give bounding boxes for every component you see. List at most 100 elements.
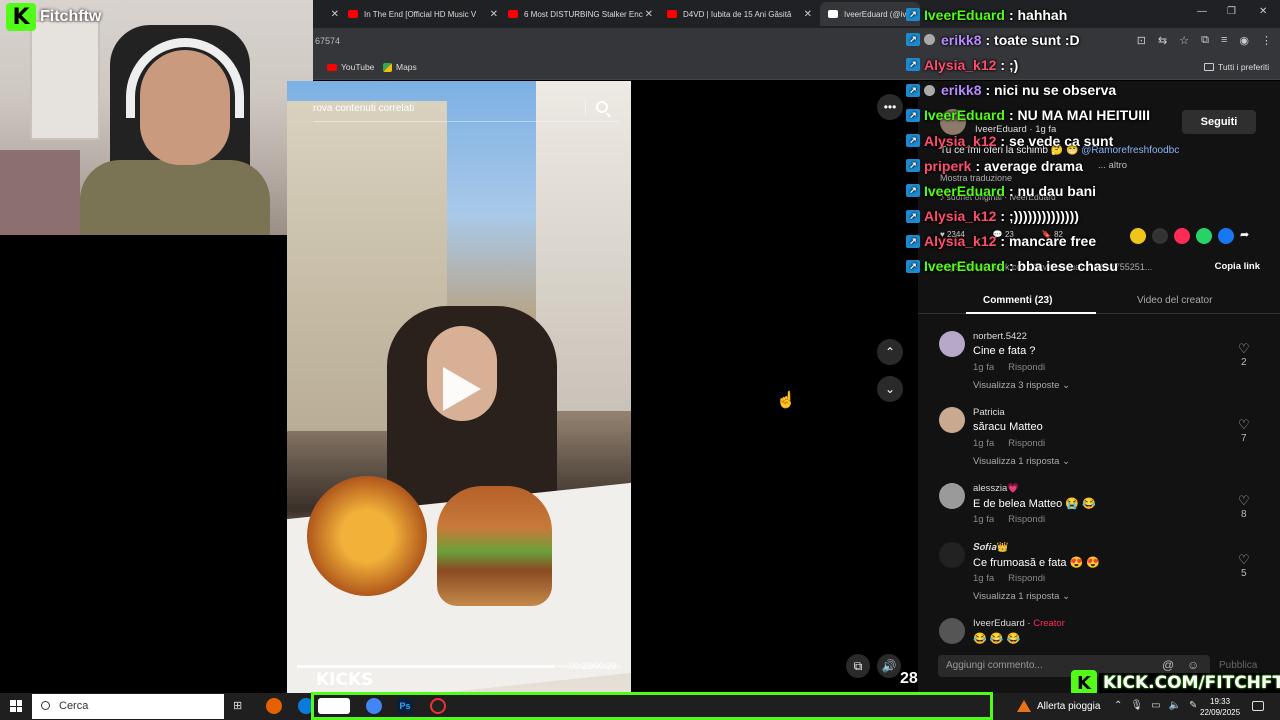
address-text[interactable]: 67574 [315,36,340,46]
taskbar-search[interactable]: Cerca [32,694,224,719]
taskbar-clock[interactable]: 19:33 22/09/2025 [1200,696,1240,718]
search-input[interactable]: rova contenuti correlati [313,103,414,114]
tab-comments[interactable]: Commenti (23) [983,295,1052,306]
commenter-avatar[interactable] [939,618,965,644]
browser-tab-3[interactable]: D4VD | Iubita de 15 Ani Găsită ✕ [667,2,812,26]
comment-user[interactable]: Patricia [973,407,1005,418]
comment-user[interactable]: norbert.5422 [973,331,1027,342]
more-options-icon[interactable]: ••• [877,94,903,120]
windows-start-icon[interactable] [10,700,22,712]
close-icon[interactable]: ✕ [804,9,812,20]
comment-time: 1g fa [973,573,995,584]
comment-user[interactable]: alesszia💗 [973,483,1019,494]
chat-username[interactable]: erikk8 [941,32,981,48]
bookmark-maps[interactable]: Maps [383,62,417,72]
chat-username[interactable]: priperk [924,158,971,174]
notification-icon[interactable] [1252,701,1264,711]
chat-username[interactable]: IveerEduard [924,107,1005,123]
heart-icon[interactable]: ♡ [1238,341,1250,357]
chat-text: : se vede ca sunt [1000,132,1114,149]
view-replies[interactable]: Visualizza 3 risposte ⌄ [973,380,1070,391]
comment-meta: 1g fa Rispondi [973,362,1059,373]
speaker-icon[interactable]: 🔈 [1169,700,1181,711]
search-icon[interactable] [596,101,608,113]
chat-text: : toate sunt :D [985,31,1080,48]
chat-text: : nu dau bani [1008,182,1097,199]
bookmark-label: YouTube [341,62,375,72]
commenter-avatar[interactable] [939,407,965,433]
chat-username[interactable]: IveerEduard [924,183,1005,199]
chat-message: ↗ IveerEduard: NU MA MAI HEITUIII [906,103,1280,128]
heart-icon[interactable]: ♡ [1238,552,1250,568]
taskbar-search-label: Cerca [59,700,89,712]
network-icon[interactable]: ▭ [1151,700,1160,711]
chevron-down-icon[interactable]: ⌄ [877,376,903,402]
commenter-avatar[interactable] [939,483,965,509]
chat-message: ↗ IveerEduard: nu dau bani [906,178,1280,203]
browser-tab-2[interactable]: 6 Most DISTURBING Stalker Enc ✕ [508,2,653,26]
bookmark-label: Maps [396,62,417,72]
tab-label: In The End [Official HD Music V [364,9,477,19]
close-icon[interactable]: ✕ [490,9,498,20]
play-icon[interactable] [443,367,481,411]
chat-text: : average drama [975,157,1083,174]
chevron-up-icon[interactable]: ⌃ [1114,700,1122,711]
streamer-shirt [80,160,270,235]
active-tab-indicator [966,312,1096,314]
chat-message: ↗ Alysia_k12: se vede ca sunt [906,128,1280,153]
comment-user[interactable]: 𝑺𝒐𝒇𝒊𝒂👑 [973,542,1008,553]
close-icon[interactable]: ✕ [645,9,653,20]
chat-username[interactable]: Alysia_k12 [924,133,996,149]
chat-username[interactable]: Alysia_k12 [924,208,996,224]
chevron-up-icon[interactable]: ⌃ [877,339,903,365]
chat-message: ↗ IveerEduard: bba iese chasu [906,254,1280,279]
commenter-avatar[interactable] [939,331,965,357]
view-replies[interactable]: Visualizza 1 risposta ⌄ [973,591,1070,602]
volume-icon[interactable]: 🔊 [877,654,901,678]
chat-username[interactable]: Alysia_k12 [924,57,996,73]
heart-icon[interactable]: ♡ [1238,493,1250,509]
chat-message: ↗ Alysia_k12: ;) [906,52,1280,77]
firefox-icon[interactable] [266,698,282,714]
panel-tabs: Commenti (23) Video del creator [918,286,1280,314]
webcam-logo: K Fitchftw [6,3,101,31]
webcam-overlay: K Fitchftw [0,0,313,235]
view-replies[interactable]: Visualizza 1 risposta ⌄ [973,456,1070,467]
comment-user[interactable]: IveerEduard · Creator [973,618,1065,629]
chat-text: : ;)))))))))))))) [1000,208,1079,225]
heart-icon[interactable]: ♡ [1238,417,1250,433]
reply-button[interactable]: Rispondi [1008,514,1045,525]
weather-widget[interactable]: Allerta pioggia [1017,700,1100,712]
chat-username[interactable]: IveerEduard [924,258,1005,274]
tab-close-partial[interactable]: ✕ [325,2,339,26]
bookmark-youtube[interactable]: YouTube [327,62,374,72]
task-view-icon[interactable]: ⊞ [233,699,242,712]
comment-text: Cine e fata ? [973,345,1036,357]
chat-username[interactable]: Alysia_k12 [924,233,996,249]
reply-button[interactable]: Rispondi [1008,438,1045,449]
comment-time: 1g fa [973,438,995,449]
chat-username[interactable]: erikk8 [941,82,981,98]
comment-text: E de belea Matteo 😭 😂 [973,498,1096,510]
reply-button[interactable]: Rispondi [1008,573,1045,584]
commenter-avatar[interactable] [939,542,965,568]
related-search-bar[interactable]: rova contenuti correlati [313,96,618,122]
chat-text: : NU MA MAI HEITUIII [1008,107,1150,124]
reply-button[interactable]: Rispondi [1008,362,1045,373]
browser-tab-4-active[interactable]: IveerEduard (@iveer [820,2,920,26]
chat-username[interactable]: IveerEduard [924,7,1005,23]
comment-like-count: 7 [1241,433,1247,444]
chat-message: ↗ IveerEduard: hahhah [906,2,1280,27]
chat-message: ↗ erikk8: nici nu se observa [906,78,1280,103]
highlight-frame [311,692,993,720]
channel-name: Fitchftw [40,8,102,25]
pen-icon[interactable]: ✎ [1189,700,1197,711]
browser-tab-1[interactable]: In The End [Official HD Music V ✕ [348,2,498,26]
search-icon [41,701,50,710]
system-tray: ⌃ 🎙 ▭ 🔈 ✎ [1114,700,1197,711]
emote-badge-icon [924,84,935,96]
microphone-icon[interactable]: 🎙 [1130,700,1143,711]
chat-text: : mancare free [1000,233,1097,250]
tab-creator-videos[interactable]: Video del creator [1137,295,1212,306]
pip-icon[interactable]: ⧉ [846,654,870,678]
